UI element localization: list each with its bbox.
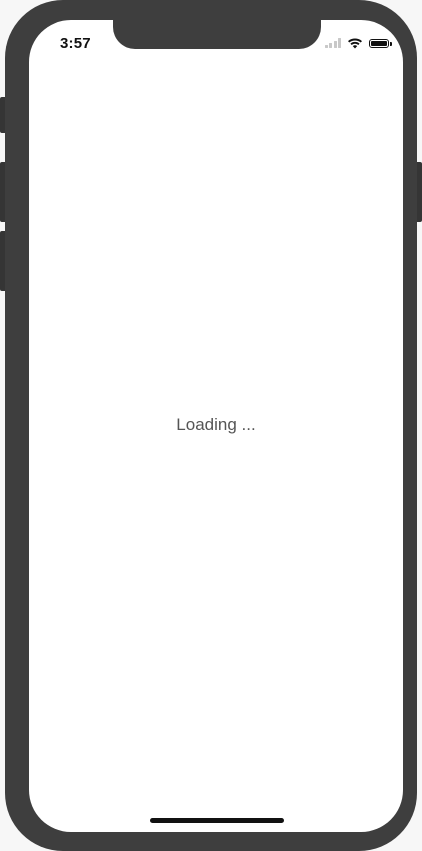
signal-icon bbox=[324, 38, 341, 48]
status-icons bbox=[324, 37, 392, 49]
device-stage: 3:57 Loading ... bbox=[0, 0, 422, 851]
loading-text: Loading ... bbox=[176, 415, 256, 434]
phone-screen: 3:57 Loading ... bbox=[29, 20, 403, 832]
home-indicator[interactable] bbox=[150, 818, 284, 823]
phone-frame: 3:57 Loading ... bbox=[5, 0, 417, 851]
notch bbox=[113, 20, 321, 49]
status-time: 3:57 bbox=[60, 35, 91, 52]
wifi-icon bbox=[348, 38, 362, 49]
battery-icon bbox=[369, 38, 392, 48]
